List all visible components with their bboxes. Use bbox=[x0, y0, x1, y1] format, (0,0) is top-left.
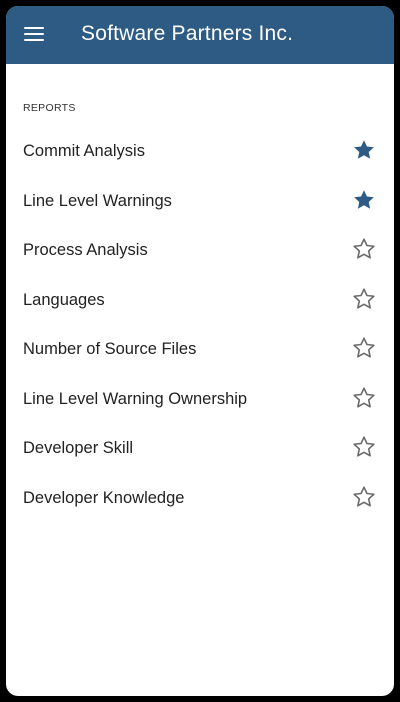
report-list: Commit Analysis Line Level Warnings Proces… bbox=[6, 127, 394, 523]
report-item[interactable]: Line Level Warning Ownership bbox=[6, 375, 394, 425]
app-bar: Software Partners Inc. bbox=[6, 6, 394, 64]
star-outline-icon[interactable] bbox=[352, 386, 376, 410]
report-label: Languages bbox=[23, 290, 105, 309]
star-filled-icon[interactable] bbox=[352, 138, 376, 162]
report-item[interactable]: Commit Analysis bbox=[6, 127, 394, 177]
report-item[interactable]: Languages bbox=[6, 276, 394, 326]
star-filled-icon[interactable] bbox=[352, 188, 376, 212]
star-outline-icon[interactable] bbox=[352, 336, 376, 360]
star-outline-icon[interactable] bbox=[352, 237, 376, 261]
report-label: Line Level Warnings bbox=[23, 191, 172, 210]
star-outline-icon[interactable] bbox=[352, 485, 376, 509]
section-header-reports: REPORTS bbox=[23, 102, 76, 114]
report-label: Process Analysis bbox=[23, 241, 148, 259]
report-item[interactable]: Process Analysis bbox=[6, 226, 394, 276]
report-item[interactable]: Line Level Warnings bbox=[6, 177, 394, 227]
hamburger-menu-icon[interactable] bbox=[24, 25, 46, 45]
report-label: Developer Knowledge bbox=[23, 488, 185, 507]
star-outline-icon[interactable] bbox=[352, 287, 376, 311]
report-label: Number of Source Files bbox=[23, 340, 197, 358]
app-title: Software Partners Inc. bbox=[81, 22, 294, 45]
report-item[interactable]: Developer Skill bbox=[6, 424, 394, 474]
report-label: Line Level Warning Ownership bbox=[23, 389, 248, 408]
app-screen: Software Partners Inc. REPORTS Commit An… bbox=[6, 6, 394, 696]
report-label: Commit Analysis bbox=[23, 142, 145, 160]
star-outline-icon[interactable] bbox=[352, 435, 376, 459]
report-label: Developer Skill bbox=[23, 439, 134, 457]
report-item[interactable]: Developer Knowledge bbox=[6, 474, 394, 524]
report-item[interactable]: Number of Source Files bbox=[6, 325, 394, 375]
